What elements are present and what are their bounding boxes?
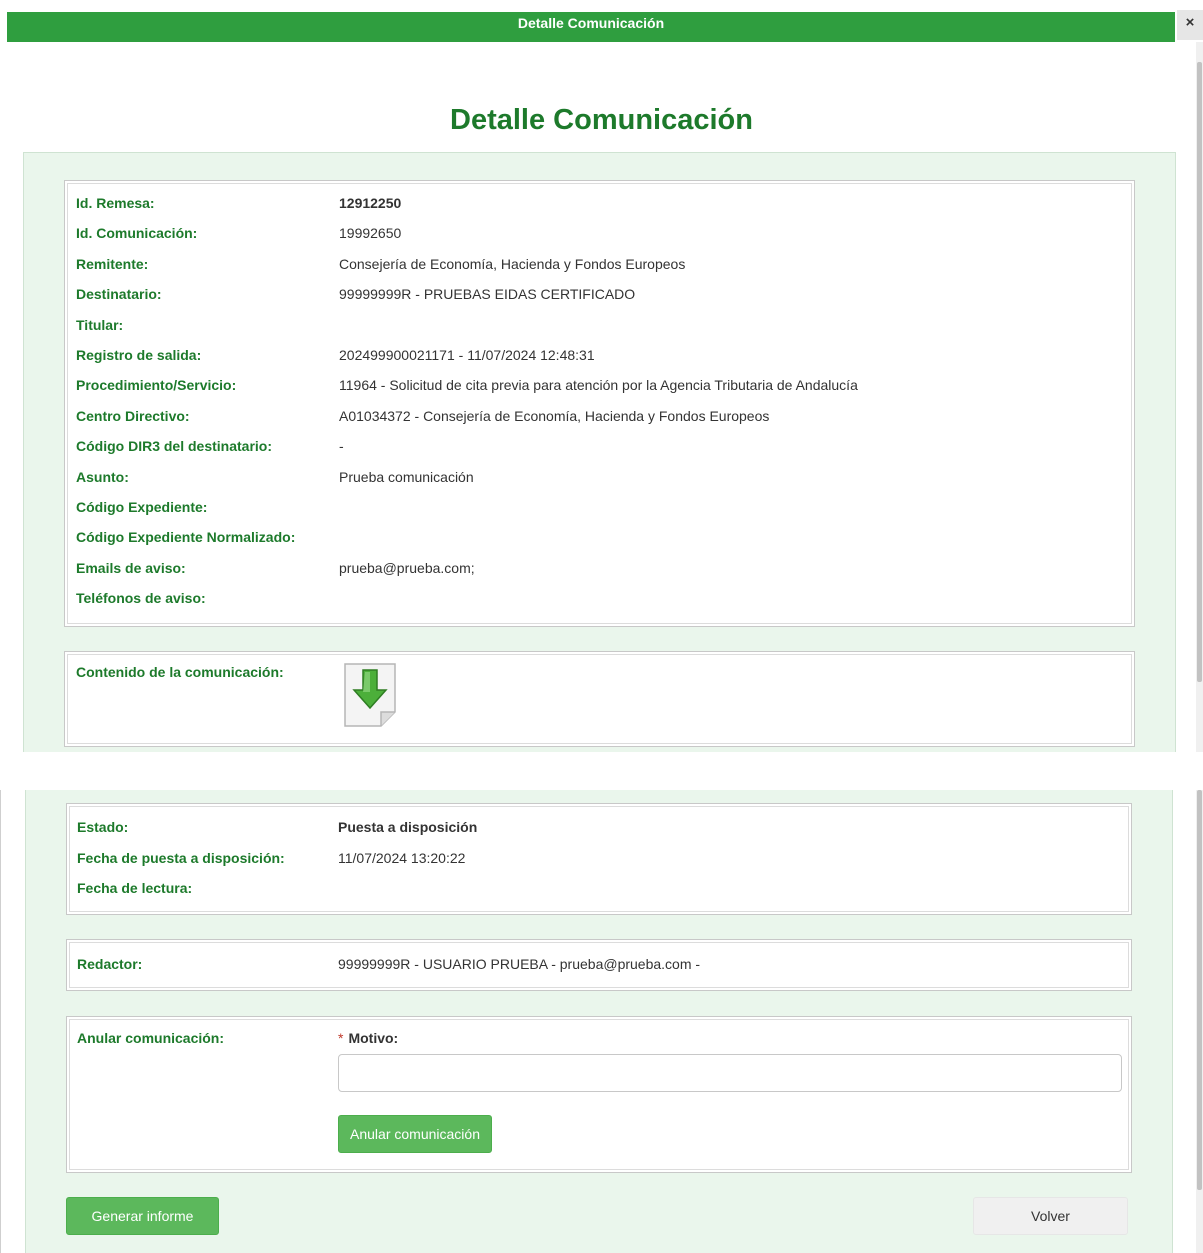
motivo-label-text: Motivo: — [348, 1030, 399, 1046]
anular-box: Anular comunicación: * Motivo: Anular com… — [66, 1016, 1132, 1173]
motivo-input[interactable] — [338, 1054, 1122, 1092]
status-value: Puesta a disposición — [338, 819, 478, 835]
details-value: 99999999R - PRUEBAS EIDAS CERTIFICADO — [339, 286, 636, 303]
scrollbar[interactable] — [1196, 790, 1203, 1253]
details-value: - — [339, 438, 344, 455]
details-label: Centro Directivo: — [76, 407, 190, 424]
redactor-value: 99999999R - USUARIO PRUEBA - prueba@prue… — [338, 956, 701, 972]
status-value: 11/07/2024 13:20:22 — [338, 849, 466, 866]
details-label: Asunto: — [76, 468, 129, 485]
download-document-icon[interactable] — [343, 662, 397, 728]
details-label: Teléfonos de aviso: — [76, 590, 206, 607]
required-mark: * — [338, 1030, 344, 1046]
window-title-bar: Detalle Comunicación — [7, 12, 1175, 42]
details-label: Destinatario: — [76, 286, 162, 303]
content-box: Contenido de la comunicación: — [64, 651, 1135, 747]
generar-informe-button[interactable]: Generar informe — [66, 1197, 219, 1235]
status-label: Estado: — [77, 819, 129, 835]
volver-button[interactable]: Volver — [973, 1197, 1128, 1235]
scrollbar-thumb[interactable] — [1197, 790, 1202, 1190]
redactor-label: Redactor: — [77, 956, 143, 972]
screenshot-gap — [0, 752, 1203, 790]
status-panel: Estado: Puesta a disposición Fecha de pues… — [25, 790, 1173, 1253]
details-value: 19992650 — [339, 225, 402, 242]
details-label: Código DIR3 del destinatario: — [76, 438, 273, 455]
motivo-label: * Motivo: — [338, 1030, 398, 1046]
redactor-box: Redactor: 99999999R - USUARIO PRUEBA - p… — [66, 939, 1132, 991]
details-label: Titular: — [76, 316, 124, 333]
content-label: Contenido de la comunicación: — [76, 664, 284, 680]
details-label: Procedimiento/Servicio: — [76, 377, 237, 394]
details-value: 202499900021171 - 11/07/2024 12:48:31 — [339, 347, 595, 363]
details-value: A01034372 - Consejería de Economía, Haci… — [339, 407, 770, 424]
status-box: Estado: Puesta a disposición Fecha de pues… — [66, 803, 1132, 915]
details-label: Código Expediente Normalizado: — [76, 529, 296, 546]
close-icon[interactable]: × — [1177, 10, 1203, 40]
anular-label: Anular comunicación: — [77, 1030, 225, 1046]
left-border-line — [0, 790, 1, 1253]
status-label: Fecha de lectura: — [77, 880, 193, 896]
details-value: Consejería de Economía, Hacienda y Fondo… — [339, 255, 686, 272]
details-value: 11964 - Solicitud de cita previa para at… — [339, 377, 858, 394]
details-value: prueba@prueba.com; — [339, 559, 475, 576]
status-label: Fecha de puesta a disposición: — [77, 849, 285, 866]
detail-panel: Id. Remesa: 12912250 Id. Comunicación: 1999… — [23, 152, 1176, 752]
page-title: Detalle Comunicación — [450, 104, 753, 136]
scrollbar-thumb[interactable] — [1197, 62, 1202, 682]
details-label: Código Expediente: — [76, 499, 208, 515]
details-label: Id. Comunicación: — [76, 225, 198, 242]
details-value: Prueba comunicación — [339, 468, 474, 485]
details-box: Id. Remesa: 12912250 Id. Comunicación: 1999… — [64, 180, 1135, 627]
window-title: Detalle Comunicación — [517, 15, 665, 31]
details-label: Registro de salida: — [76, 347, 202, 363]
details-label: Remitente: — [76, 255, 149, 272]
anular-comunicacion-button[interactable]: Anular comunicación — [338, 1115, 492, 1153]
scrollbar[interactable] — [1196, 42, 1203, 752]
details-label: Emails de aviso: — [76, 559, 186, 576]
details-value: 12912250 — [339, 195, 402, 211]
details-label: Id. Remesa: — [76, 195, 155, 211]
